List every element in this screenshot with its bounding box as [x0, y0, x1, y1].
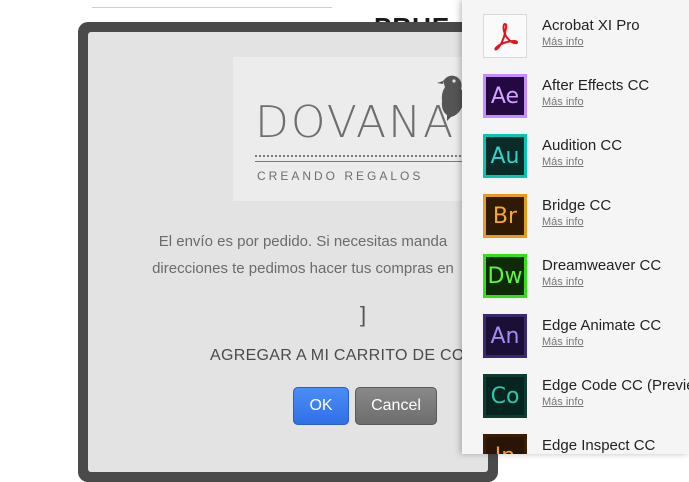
modal-message-line-2: direcciones te pedimos hacer tus compras… [152, 260, 454, 277]
app-name: Acrobat XI Pro [542, 17, 640, 34]
app-list-item[interactable]: In Edge Inspect CC [462, 434, 689, 454]
input-cursor-bracket: ] [360, 302, 367, 327]
audition-icon: Au [483, 134, 527, 178]
logo-tagline: CREANDO REGALOS [257, 169, 424, 183]
modal-title: AGREGAR A MI CARRITO DE CO [210, 347, 465, 364]
app-list-item[interactable]: Ae After Effects CC Más info [462, 74, 689, 134]
more-info-link[interactable]: Más info [542, 216, 584, 228]
bridge-icon: Br [483, 194, 527, 238]
app-name: Edge Inspect CC [542, 437, 656, 454]
app-name: Audition CC [542, 137, 623, 154]
app-icon-abbr: Au [490, 143, 520, 169]
dovana-logo: DOVANA CREANDO REGALOS [233, 57, 483, 201]
app-icon-abbr: Dw [487, 263, 523, 289]
app-list-item[interactable]: Co Edge Code CC (Preview Más info [462, 374, 689, 434]
page-divider [92, 7, 332, 8]
after-effects-icon: Ae [483, 74, 527, 118]
more-info-link[interactable]: Más info [542, 396, 584, 408]
app-icon-abbr: Br [492, 203, 518, 229]
app-icon-abbr: Co [490, 383, 520, 409]
more-info-link[interactable]: Más info [542, 276, 584, 288]
edge-inspect-icon: In [483, 434, 527, 454]
logo-rule [255, 155, 465, 162]
dreamweaver-icon: Dw [483, 254, 527, 298]
more-info-link[interactable]: Más info [542, 156, 584, 168]
app-name: After Effects CC [542, 77, 650, 94]
modal-message: El envío es por pedido. Si necesitas man… [88, 228, 488, 282]
app-list-item[interactable]: Au Audition CC Más info [462, 134, 689, 194]
app-list-item[interactable]: Dw Dreamweaver CC Más info [462, 254, 689, 314]
app-name: Edge Code CC (Preview [542, 377, 689, 394]
modal-dialog: DOVANA CREANDO REGALOS El envío es por p… [88, 32, 488, 472]
modal-message-line-1: El envío es por pedido. Si necesitas man… [158, 233, 448, 250]
cancel-button[interactable]: Cancel [355, 387, 437, 425]
more-info-link[interactable]: Más info [542, 36, 584, 48]
more-info-link[interactable]: Más info [542, 336, 584, 348]
edge-animate-icon: An [483, 314, 527, 358]
app-list-panel: Acrobat XI Pro Más info Ae After Effects CC… [462, 0, 689, 454]
app-name: Dreamweaver CC [542, 257, 662, 274]
edge-code-icon: Co [483, 374, 527, 418]
more-info-link[interactable]: Más info [542, 96, 584, 108]
acrobat-icon [483, 14, 527, 58]
app-list-item[interactable]: Acrobat XI Pro Más info [462, 14, 689, 74]
app-list-item[interactable]: An Edge Animate CC Más info [462, 314, 689, 374]
app-icon-abbr: An [490, 323, 520, 349]
app-name: Edge Animate CC [542, 317, 662, 334]
logo-wordmark: DOVANA [255, 97, 456, 148]
app-list-item[interactable]: Br Bridge CC Más info [462, 194, 689, 254]
ok-button[interactable]: OK [293, 387, 349, 425]
app-name: Bridge CC [542, 197, 612, 214]
app-icon-abbr: Ae [490, 83, 520, 109]
app-icon-abbr: In [495, 444, 515, 455]
